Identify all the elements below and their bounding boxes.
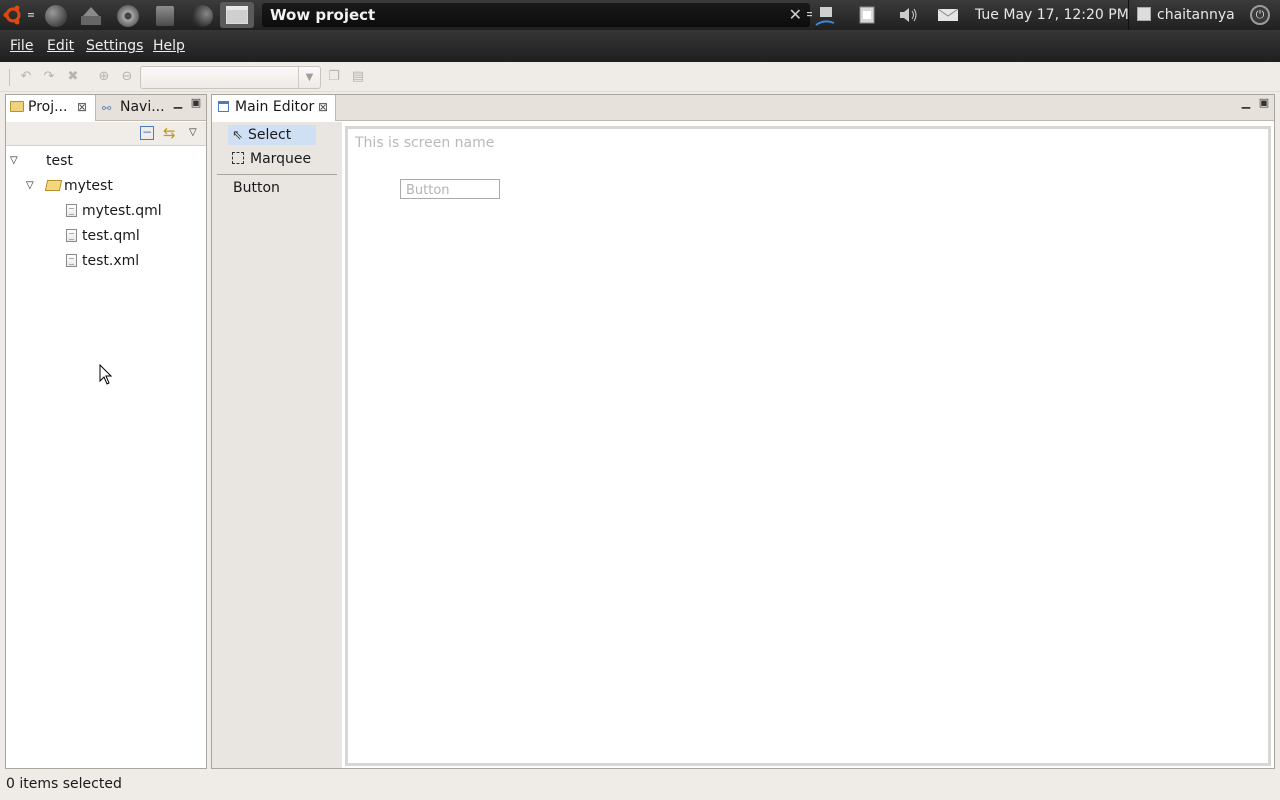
file-icon [66, 254, 77, 267]
paste-icon[interactable]: ▤ [350, 69, 366, 85]
link-editor-icon[interactable]: ⇆ [163, 126, 176, 141]
tree-item-file[interactable]: mytest.qml [66, 200, 162, 222]
collapse-all-icon[interactable]: − [140, 126, 154, 140]
palette-marquee[interactable]: Marquee [228, 149, 311, 169]
navigator-icon: ⚯ [102, 102, 112, 115]
file-icon [66, 204, 77, 217]
status-bar-text: 0 items selected [6, 776, 122, 792]
delete-icon[interactable]: ✖ [65, 69, 81, 85]
palette-select[interactable]: ⇖ Select [228, 125, 316, 145]
window-title-text: Wow project [270, 6, 376, 24]
toolbar-separator [9, 69, 10, 86]
project-icon [10, 101, 24, 112]
tree-item-folder[interactable]: ▽ mytest [26, 175, 113, 197]
terminal-icon[interactable] [184, 2, 218, 28]
undo-icon[interactable]: ↶ [18, 69, 34, 85]
minimize-icon[interactable]: ▁ [1240, 97, 1252, 109]
menu-edit[interactable]: Edit [47, 30, 74, 62]
tab-main-editor[interactable]: Main Editor ⊠ [212, 95, 336, 121]
zoom-out-icon[interactable]: ⊖ [119, 69, 135, 85]
main-editor-panel: Main Editor ⊠ ▁ ▣ ⇖ Select Marquee Button… [211, 94, 1275, 769]
menu-help[interactable]: Help [153, 30, 185, 62]
expand-arrow-icon[interactable]: ▽ [26, 175, 34, 197]
close-icon[interactable]: ⊠ [318, 95, 328, 119]
user-status-icon [1137, 7, 1151, 21]
palette-divider [217, 174, 337, 175]
files-icon[interactable] [148, 2, 182, 28]
disc-icon[interactable] [110, 2, 144, 28]
view-menu-icon[interactable]: ▽ [189, 126, 197, 140]
battery-icon[interactable] [856, 5, 880, 25]
canvas-button-widget[interactable]: Button [400, 179, 500, 199]
palette: ⇖ Select Marquee Button [212, 122, 342, 768]
top-panel: Wow project ✕ Tue May 17, 12:20 PM chait… [0, 0, 1280, 30]
menu-file[interactable]: File [10, 30, 33, 62]
copy-icon[interactable]: ❐ [326, 69, 342, 85]
power-icon[interactable]: ⏻ [1250, 5, 1270, 25]
user-menu[interactable]: chaitannya [1128, 0, 1235, 30]
tree-item-root[interactable]: ▽ test [10, 150, 73, 172]
tree-item-file[interactable]: test.qml [66, 225, 140, 247]
maximize-icon[interactable]: ▣ [1258, 97, 1270, 109]
file-icon [66, 229, 77, 242]
mail-icon[interactable] [936, 5, 960, 25]
palette-button[interactable]: Button [229, 178, 280, 198]
menu-bar: File Edit Settings Help [0, 30, 1280, 62]
expand-arrow-icon[interactable]: ▽ [10, 150, 18, 172]
toolbar: ↶ ↷ ✖ ⊕ ⊖ ▼ ❐ ▤ [0, 62, 1280, 92]
active-window-title[interactable]: Wow project ✕ [262, 3, 810, 27]
mouse-pointer-icon [99, 363, 113, 386]
ubuntu-logo-icon[interactable] [2, 4, 36, 26]
user-name: chaitannya [1157, 7, 1235, 23]
close-icon[interactable]: ✕ [789, 3, 802, 27]
zoom-combo[interactable]: ▼ [140, 66, 321, 89]
editor-icon [218, 101, 229, 112]
maximize-icon[interactable]: ▣ [190, 97, 202, 109]
clock[interactable]: Tue May 17, 12:20 PM [975, 0, 1129, 30]
folder-open-icon [44, 180, 63, 191]
chevron-down-icon[interactable]: ▼ [298, 67, 320, 88]
design-canvas[interactable]: This is screen name Button [345, 126, 1271, 766]
explorer-toolbar: − ⇆ ▽ [6, 122, 206, 146]
tab-project[interactable]: Proj... ⊠ [6, 95, 96, 121]
tab-navigator[interactable]: ⚯ Navi... [98, 95, 168, 121]
firefox-icon[interactable] [38, 2, 72, 28]
install-icon[interactable] [74, 2, 108, 28]
left-panel-tabs: Proj... ⊠ ⚯ Navi... ▁ ▣ [6, 95, 206, 121]
zoom-in-icon[interactable]: ⊕ [96, 69, 112, 85]
window-icon[interactable] [220, 2, 254, 28]
close-icon[interactable]: ⊠ [77, 95, 87, 119]
pointer-icon: ⇖ [232, 128, 243, 143]
editor-tabs: Main Editor ⊠ ▁ ▣ [212, 95, 1274, 121]
redo-icon[interactable]: ↷ [41, 69, 57, 85]
tree-item-file[interactable]: test.xml [66, 250, 139, 272]
network-icon[interactable] [806, 5, 846, 26]
screen-name-label[interactable]: This is screen name [355, 135, 494, 151]
project-explorer-panel: Proj... ⊠ ⚯ Navi... ▁ ▣ − ⇆ ▽ ▽ test ▽ my… [5, 94, 207, 769]
volume-icon[interactable] [896, 5, 920, 25]
minimize-icon[interactable]: ▁ [172, 97, 184, 109]
marquee-icon [232, 152, 244, 164]
menu-settings[interactable]: Settings [86, 30, 143, 62]
